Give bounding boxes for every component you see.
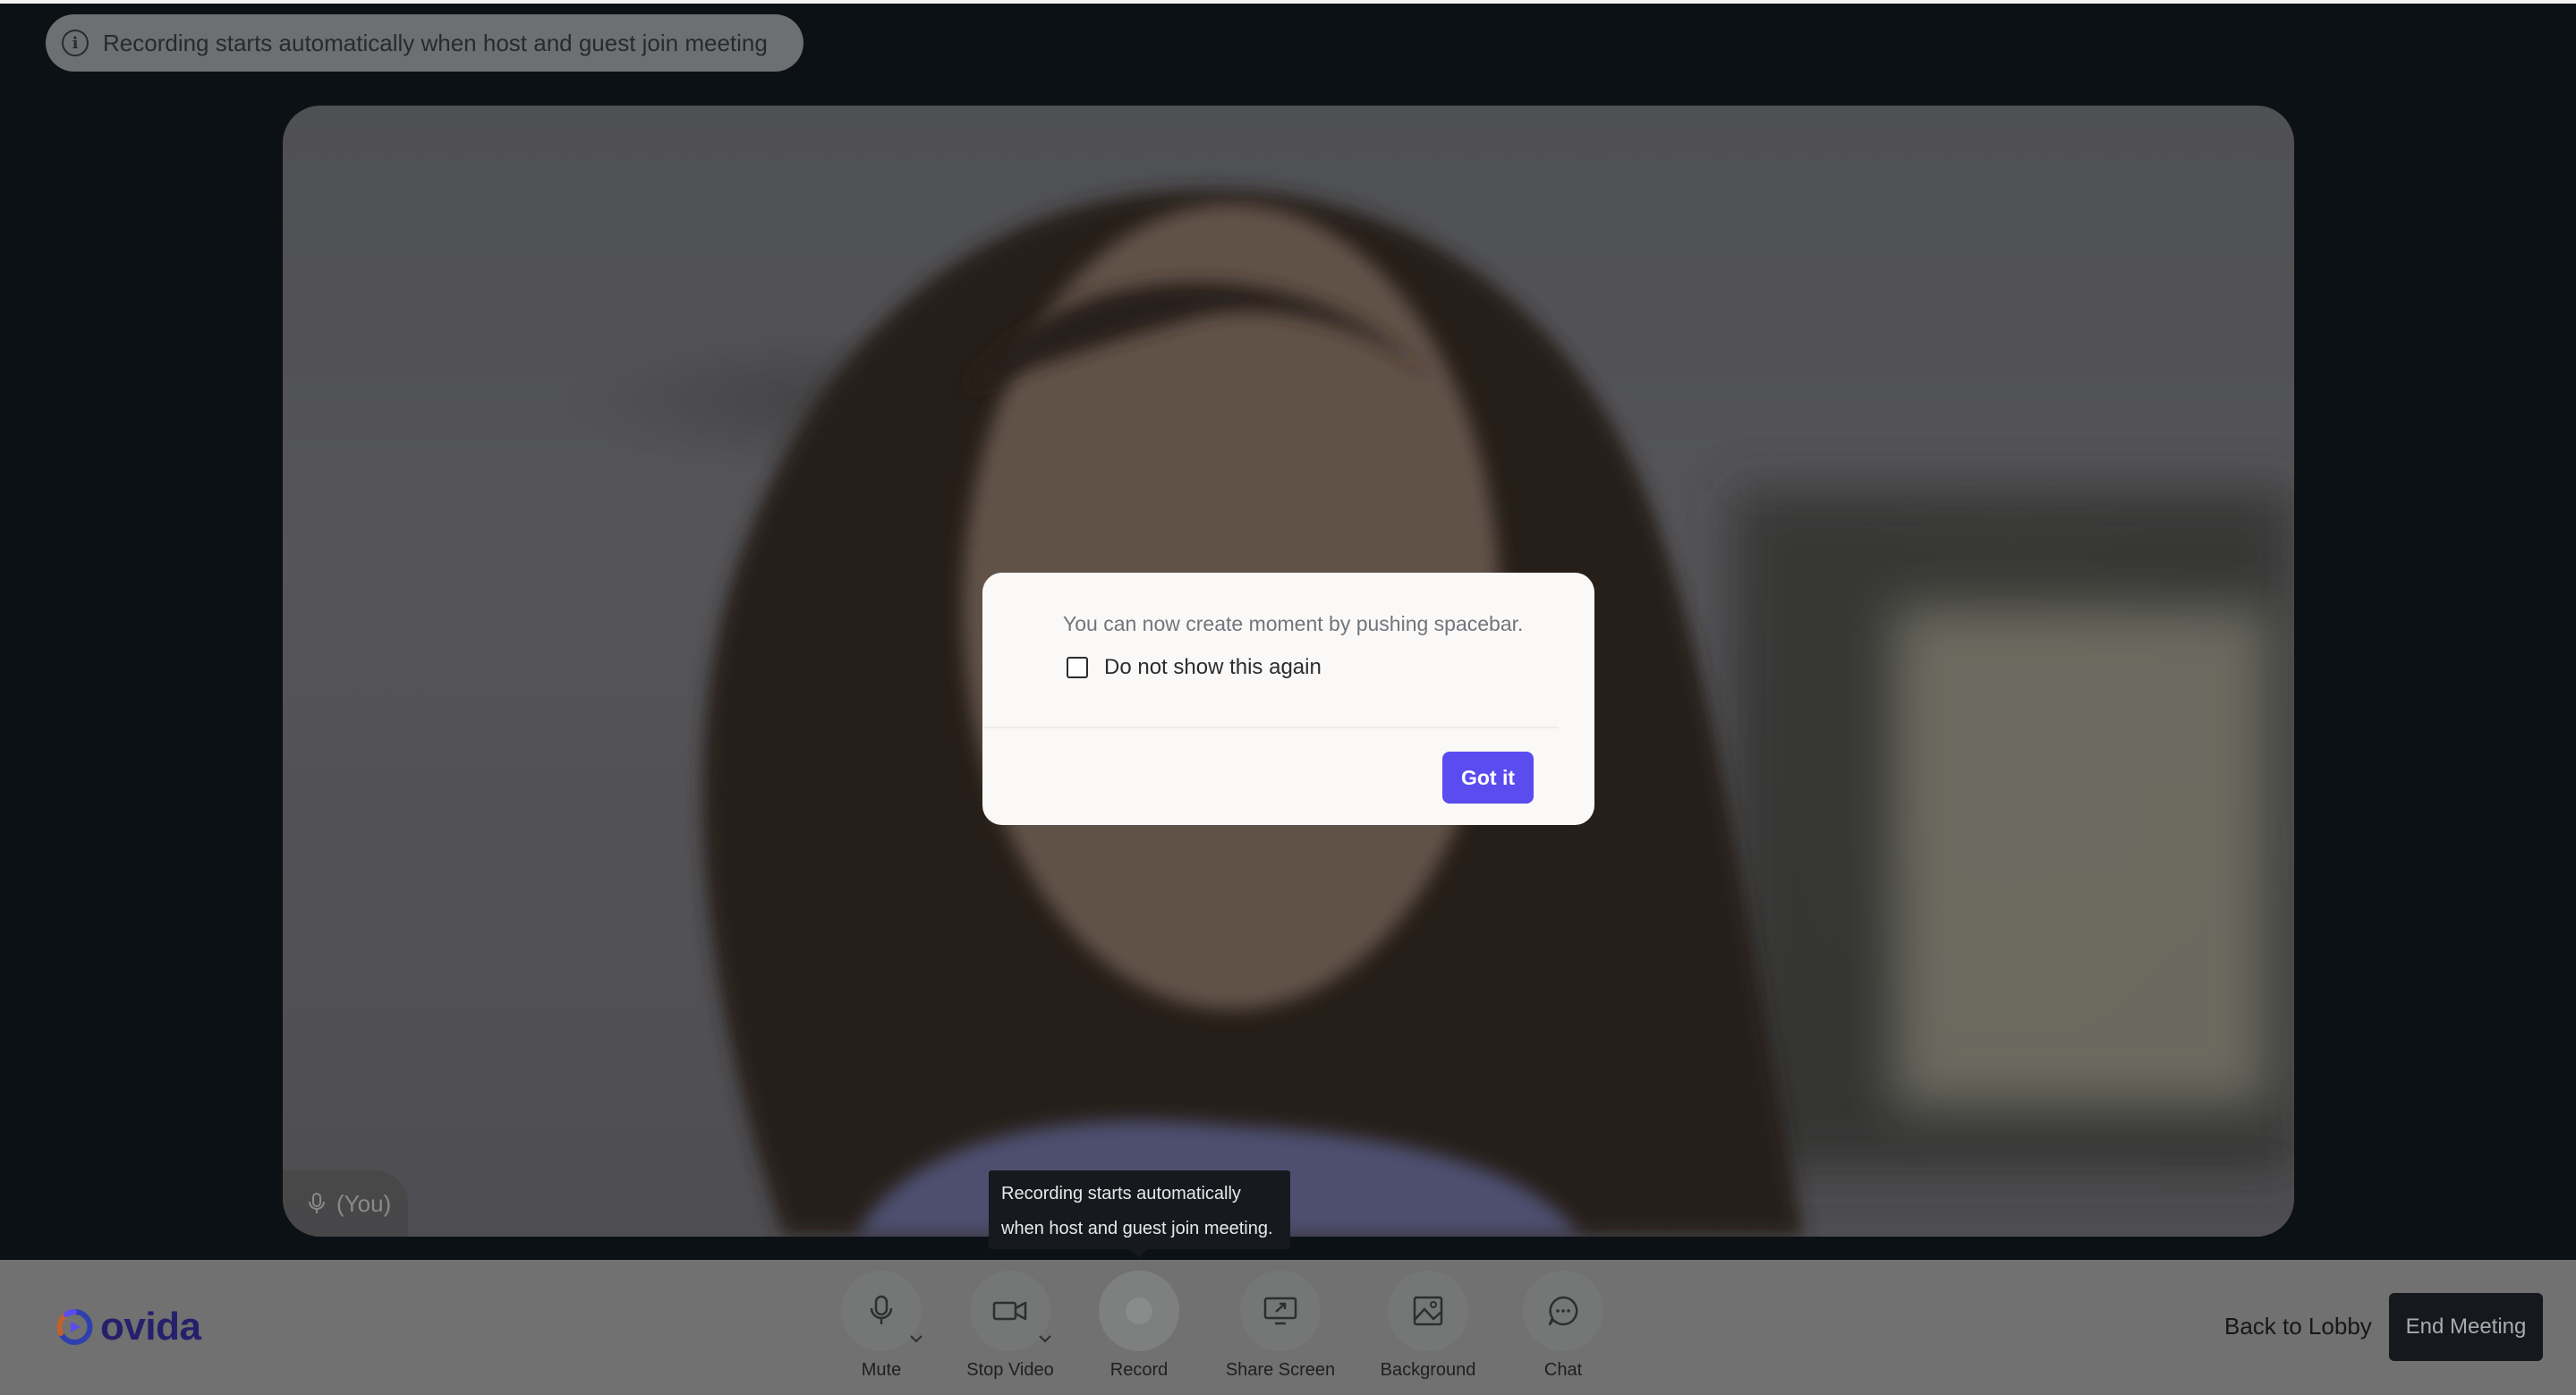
mute-control[interactable]: Mute [814, 1271, 948, 1381]
record-icon [1126, 1297, 1152, 1324]
chat-icon [1548, 1296, 1578, 1326]
tooltip-arrow [1130, 1249, 1148, 1258]
meeting-toolbar: ovida Mute Stop Video Record Share Scree… [0, 1260, 2576, 1395]
record-label: Record [1109, 1360, 1169, 1380]
mic-icon [308, 1192, 326, 1215]
chevron-down-icon[interactable] [907, 1330, 925, 1348]
record-tooltip: Recording starts automatically when host… [989, 1170, 1290, 1258]
share-screen-control[interactable]: Share Screen [1213, 1271, 1348, 1381]
top-edge [0, 0, 2576, 4]
share-screen-button[interactable] [1240, 1271, 1321, 1351]
mic-icon [870, 1295, 893, 1324]
checkbox-box[interactable] [1067, 657, 1088, 678]
do-not-show-checkbox[interactable]: Do not show this again [1067, 655, 1322, 680]
back-to-lobby-button[interactable]: Back to Lobby [2210, 1299, 2386, 1353]
mute-button[interactable] [841, 1271, 922, 1351]
dialog-divider [982, 727, 1559, 728]
recording-info-text: Recording starts automatically when host… [103, 29, 768, 56]
ovida-logo: ovida [54, 1305, 201, 1349]
record-button[interactable] [1099, 1271, 1179, 1351]
stop-video-button[interactable] [970, 1271, 1051, 1351]
stop-video-label: Stop Video [966, 1360, 1054, 1380]
spacebar-tip-dialog: You can now create moment by pushing spa… [982, 573, 1594, 825]
participant-name: (You) [336, 1189, 392, 1217]
end-meeting-button[interactable]: End Meeting [2389, 1293, 2543, 1361]
chat-button[interactable] [1523, 1271, 1603, 1351]
background-button[interactable] [1388, 1271, 1468, 1351]
info-icon: i [62, 30, 89, 56]
participant-name-tag: (You) [283, 1170, 408, 1237]
ovida-logo-mark [56, 1308, 93, 1345]
image-icon [1413, 1296, 1443, 1326]
stop-video-control[interactable]: Stop Video [943, 1271, 1077, 1381]
brand-name: ovida [100, 1305, 201, 1348]
got-it-button[interactable]: Got it [1442, 752, 1534, 804]
share-screen-icon [1263, 1297, 1297, 1325]
background-label: Background [1380, 1360, 1476, 1380]
chat-control[interactable]: Chat [1496, 1271, 1630, 1381]
recording-info-banner: i Recording starts automatically when ho… [46, 14, 803, 72]
record-control[interactable]: Record [1072, 1271, 1206, 1381]
checkbox-label: Do not show this again [1104, 655, 1322, 679]
chevron-down-icon[interactable] [1036, 1330, 1054, 1348]
tooltip-line-2: when host and guest join meeting. [1001, 1219, 1273, 1238]
mute-label: Mute [861, 1360, 902, 1380]
tooltip-line-1: Recording starts automatically [1001, 1184, 1241, 1204]
video-camera-icon [992, 1301, 1027, 1321]
dialog-message: You can now create moment by pushing spa… [1063, 612, 1524, 635]
share-screen-label: Share Screen [1225, 1360, 1336, 1380]
chat-label: Chat [1543, 1360, 1583, 1380]
background-control[interactable]: Background [1361, 1271, 1495, 1381]
